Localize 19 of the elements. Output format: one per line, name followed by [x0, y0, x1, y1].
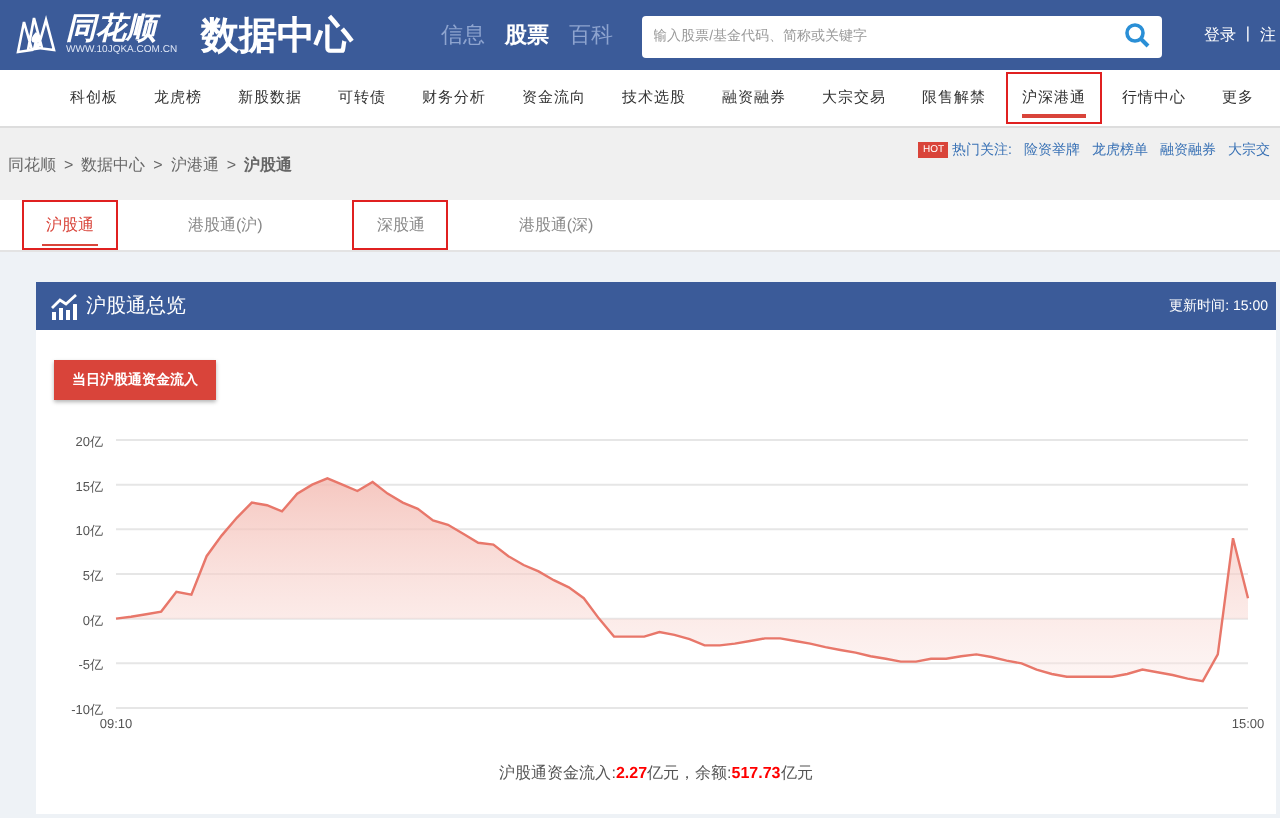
tab[interactable]: 港股通(沪): [170, 200, 281, 250]
tab[interactable]: 港股通(深): [500, 200, 612, 250]
breadcrumb-link[interactable]: 沪港通: [170, 153, 219, 175]
channel-link[interactable]: 股票: [505, 20, 550, 50]
flow-summary: 沪股通资金流入:2.27亿元，余额:517.73亿元: [497, 762, 815, 784]
breadcrumb-link[interactable]: 沪股通: [244, 153, 293, 175]
breadcrumb-link[interactable]: 数据中心: [81, 153, 146, 175]
site-title: 数据中心: [201, 13, 354, 61]
account-link[interactable]: 登录: [1203, 24, 1236, 46]
divider-text: |: [1245, 24, 1250, 46]
tab[interactable]: 沪股通: [22, 200, 118, 250]
tab[interactable]: 深股通: [352, 200, 449, 250]
breadcrumb-separator: >: [226, 155, 237, 173]
breadcrumb-separator: >: [153, 155, 163, 173]
logo-name: 同花顺: [66, 14, 178, 44]
card-title: 沪股通总览: [86, 293, 186, 320]
account-link[interactable]: 注: [1260, 24, 1276, 46]
breadcrumb-link[interactable]: 同花顺: [8, 153, 56, 175]
breadcrumb-separator: >: [64, 155, 74, 173]
